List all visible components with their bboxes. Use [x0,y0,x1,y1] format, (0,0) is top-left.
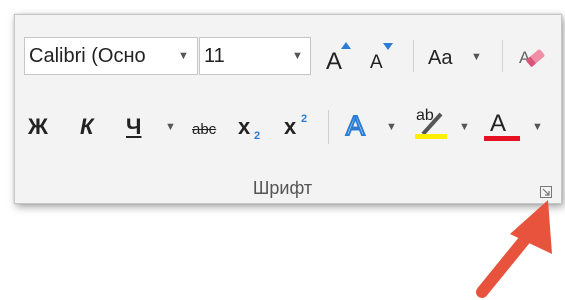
clear-formatting-button[interactable]: A [512,40,552,72]
grow-font-button[interactable]: A [322,38,354,74]
text-effects-dropdown-icon: ▼ [386,121,397,133]
font-color-dropdown-icon: ▼ [532,121,543,133]
pointer-arrow-icon [476,200,552,298]
italic-button[interactable]: К [80,116,94,138]
change-case-button[interactable]: Aa ▼ [426,38,486,74]
text-effects-icon: A [345,110,366,141]
superscript-label: x [284,114,297,139]
separator [328,110,329,144]
font-name-dropdown-icon[interactable]: ▼ [178,51,189,62]
subscript-button[interactable]: x 2 [236,112,268,142]
font-name-combobox[interactable]: Calibri (Осно [24,37,198,75]
shrink-font-icon [383,43,393,50]
highlight-button[interactable]: ab ▼ [412,106,474,146]
strikethrough-button[interactable]: abc [192,122,216,137]
superscript-button[interactable]: x 2 [282,112,314,142]
change-case-label: Aa [428,47,453,69]
clear-formatting-icon: A [519,48,545,67]
font-color-icon [484,136,520,141]
font-name-value: Calibri (Осно [29,45,146,67]
bold-button[interactable]: Ж [28,116,48,138]
underline-dropdown-icon: ▼ [165,121,176,133]
font-size-value: 11 [204,45,225,67]
font-color-button[interactable]: A ▼ [482,106,548,146]
subscript-label: x [238,114,251,139]
superscript-digit: 2 [301,113,308,125]
shrink-font-button[interactable]: A [364,38,400,74]
font-color-letter: A [490,110,507,137]
font-size-dropdown-icon[interactable]: ▼ [292,51,303,62]
shrink-font-letter: A [370,52,383,73]
highlight-icon [415,112,447,139]
separator [413,40,414,72]
grow-font-icon [341,42,351,49]
subscript-digit: 2 [254,130,261,142]
separator [502,40,503,72]
underline-button[interactable]: Ч ▼ [118,110,180,144]
change-case-dropdown-icon: ▼ [471,51,482,63]
highlight-dropdown-icon: ▼ [459,121,470,133]
underline-label: Ч [126,114,142,139]
grow-font-letter: A [326,48,343,75]
text-effects-button[interactable]: A ▼ [342,108,404,144]
